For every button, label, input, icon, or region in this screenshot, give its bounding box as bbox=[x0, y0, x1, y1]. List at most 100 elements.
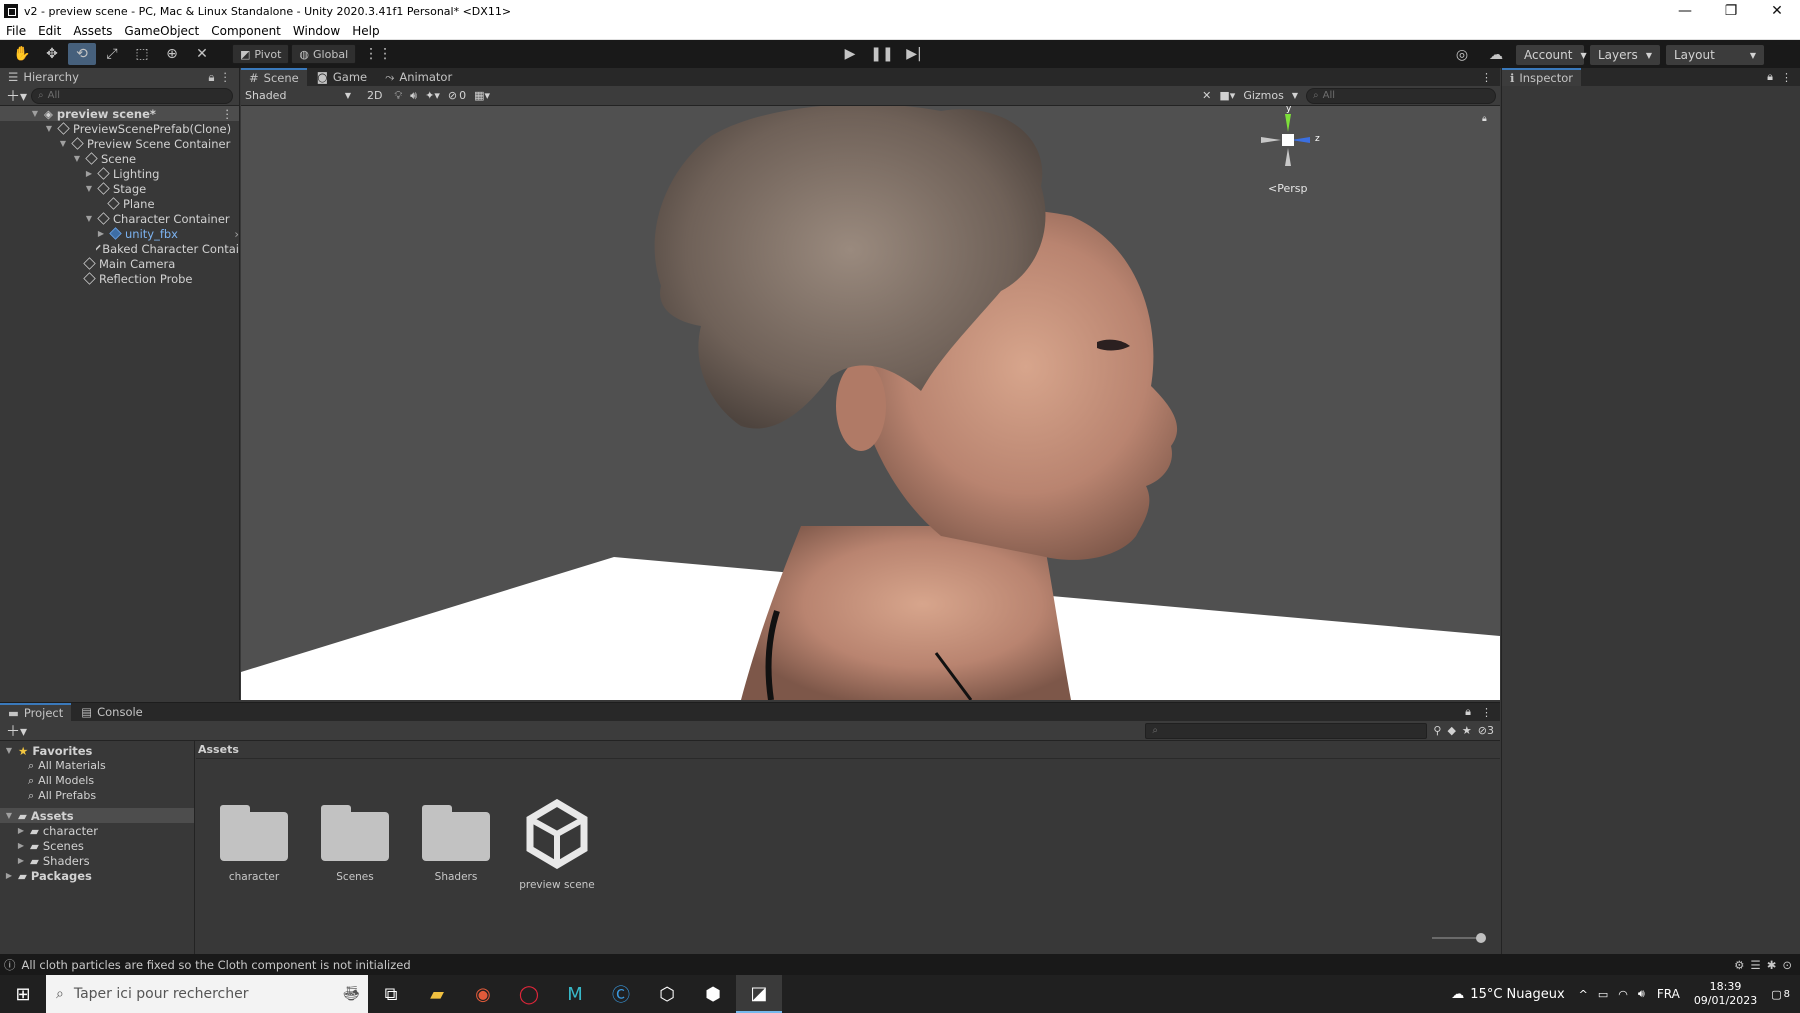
hierarchy-item-character-container[interactable]: ▼ Character Container bbox=[84, 211, 230, 226]
settings-icon[interactable]: ⊙ bbox=[1782, 958, 1792, 972]
tab-project[interactable]: ▬ Project bbox=[0, 703, 72, 721]
bake-icon[interactable]: ✱ bbox=[1767, 958, 1777, 972]
hierarchy-item-reflection-probe[interactable]: Reflection Probe bbox=[83, 271, 193, 286]
restore-button[interactable]: ❐ bbox=[1708, 0, 1754, 22]
expand-arrow-icon[interactable]: ▼ bbox=[44, 124, 54, 133]
favorites-star-icon[interactable]: ★ bbox=[1462, 724, 1472, 737]
pause-button[interactable]: ❚❚ bbox=[868, 43, 896, 65]
layers-dropdown[interactable]: Layers ▼ bbox=[1590, 45, 1660, 65]
collab-icon[interactable]: ◎ bbox=[1448, 44, 1476, 66]
rect-tool-icon[interactable]: ⬚ bbox=[128, 43, 156, 65]
display-icon[interactable]: ▭ bbox=[1598, 988, 1608, 1001]
gizmo-lock-icon[interactable]: 🔒︎ bbox=[1482, 114, 1487, 124]
orientation-gizmo[interactable]: y z <Persp bbox=[1253, 106, 1323, 206]
hierarchy-search-input[interactable]: ⌕ All bbox=[31, 87, 233, 104]
menu-edit[interactable]: Edit bbox=[32, 24, 67, 38]
language-indicator[interactable]: FRA bbox=[1657, 987, 1680, 1001]
hidden-packages-toggle[interactable]: ⊘ 3 bbox=[1478, 724, 1494, 737]
minimize-button[interactable]: — bbox=[1662, 0, 1708, 22]
favorite-all-models[interactable]: ⌕ All Models bbox=[28, 773, 94, 788]
hierarchy-item-previewsceneprefab[interactable]: ▼ PreviewScenePrefab(Clone) bbox=[44, 121, 231, 136]
asset-item-character[interactable]: character bbox=[204, 805, 304, 883]
assets-folder-shaders[interactable]: ▶ ▰ Shaders bbox=[16, 853, 90, 868]
opera-icon[interactable]: ◯ bbox=[506, 975, 552, 1013]
custom-tool-icon[interactable]: ✕ bbox=[188, 43, 216, 65]
tab-scene[interactable]: # Scene bbox=[241, 68, 307, 86]
kebab-menu-icon[interactable]: ⋮ bbox=[220, 70, 232, 84]
wifi-icon[interactable]: ◠ bbox=[1618, 988, 1628, 1001]
kebab-menu-icon[interactable]: ⋮ bbox=[222, 107, 234, 121]
menu-assets[interactable]: Assets bbox=[67, 24, 118, 38]
filter-by-type-icon[interactable]: ⚲ bbox=[1433, 724, 1441, 737]
tab-animator[interactable]: ⤳ Animator bbox=[377, 68, 460, 86]
tab-console[interactable]: ▤ Console bbox=[73, 703, 151, 721]
notifications-button[interactable]: ▢ 8 bbox=[1771, 988, 1790, 1001]
shading-mode-dropdown[interactable]: Shaded ▼ bbox=[245, 89, 355, 102]
global-toggle[interactable]: ◍ Global bbox=[291, 44, 357, 64]
menu-help[interactable]: Help bbox=[346, 24, 385, 38]
assets-folder-scenes[interactable]: ▶ ▰ Scenes bbox=[16, 838, 84, 853]
tab-game[interactable]: ◙ Game bbox=[309, 68, 375, 86]
pivot-toggle[interactable]: ◩ Pivot bbox=[232, 44, 290, 64]
hierarchy-item-lighting[interactable]: ▶ Lighting bbox=[84, 166, 160, 181]
volume-icon[interactable]: 🔊︎ bbox=[1638, 987, 1645, 1001]
menu-gameobject[interactable]: GameObject bbox=[118, 24, 205, 38]
scale-tool-icon[interactable]: ⤢ bbox=[98, 43, 126, 65]
hierarchy-item-preview-scene[interactable]: ▼ ◈ preview scene* ⋮ bbox=[0, 106, 239, 121]
rotate-tool-icon[interactable]: ⟲ bbox=[68, 43, 96, 65]
project-search-input[interactable]: ⌕ bbox=[1145, 722, 1428, 739]
expand-arrow-icon[interactable]: ▼ bbox=[58, 139, 68, 148]
projection-label[interactable]: <Persp bbox=[1268, 182, 1307, 195]
expand-arrow-icon[interactable]: ▼ bbox=[4, 811, 14, 820]
move-tool-icon[interactable]: ✥ bbox=[38, 43, 66, 65]
debug-icon[interactable]: ⚙ bbox=[1734, 958, 1744, 972]
hierarchy-item-scene[interactable]: ▼ Scene bbox=[72, 151, 136, 166]
kebab-menu-icon[interactable]: ⋮ bbox=[1481, 71, 1492, 84]
hand-tool-icon[interactable]: ✋ bbox=[8, 43, 36, 65]
add-icon[interactable]: ＋▾ bbox=[6, 86, 27, 106]
chevron-up-icon[interactable]: ^ bbox=[1579, 988, 1588, 1001]
tab-hierarchy[interactable]: ☰ Hierarchy 🔒︎ ⋮ bbox=[0, 68, 239, 86]
grid-snap-icon[interactable]: ⋮⋮ bbox=[364, 43, 392, 65]
layout-dropdown[interactable]: Layout ▼ bbox=[1666, 45, 1764, 65]
scene-search-input[interactable]: ⌕ All bbox=[1306, 87, 1496, 104]
unity-editor-active-icon[interactable]: ◪ bbox=[736, 975, 782, 1013]
hierarchy-item-preview-scene-container[interactable]: ▼ Preview Scene Container bbox=[58, 136, 230, 151]
expand-arrow-icon[interactable]: ▼ bbox=[30, 109, 40, 118]
expand-arrow-icon[interactable]: ▼ bbox=[84, 214, 94, 223]
account-dropdown[interactable]: Account ▼ bbox=[1516, 45, 1587, 65]
status-message[interactable]: All cloth particles are fixed so the Clo… bbox=[22, 958, 411, 972]
weather-widget[interactable]: ☁ 15°C Nuageux bbox=[1451, 987, 1564, 1002]
file-explorer-icon[interactable]: ▰ bbox=[414, 975, 460, 1013]
collapse-arrow-icon[interactable]: ▶ bbox=[16, 856, 26, 865]
filter-by-label-icon[interactable]: ◆ bbox=[1447, 724, 1455, 737]
windows-start-icon[interactable]: ⊞ bbox=[0, 975, 46, 1013]
clock[interactable]: 18:39 09/01/2023 bbox=[1694, 980, 1757, 1008]
tab-inspector[interactable]: ℹ Inspector bbox=[1502, 68, 1582, 86]
collapse-arrow-icon[interactable]: ▶ bbox=[4, 871, 14, 880]
collapse-arrow-icon[interactable]: ▶ bbox=[16, 841, 26, 850]
asset-item-preview-scene[interactable]: preview scene bbox=[507, 799, 607, 891]
expand-arrow-icon[interactable]: ▼ bbox=[84, 184, 94, 193]
hierarchy-item-plane[interactable]: Plane bbox=[107, 196, 155, 211]
collapse-arrow-icon[interactable]: ▶ bbox=[16, 826, 26, 835]
lock-icon[interactable]: 🔒︎ bbox=[1465, 705, 1471, 719]
taskbar-search-input[interactable]: ⌕ Taper ici pour rechercher 🍜︎ bbox=[46, 975, 368, 1013]
add-icon[interactable]: ＋▾ bbox=[6, 721, 27, 741]
gizmos-dropdown[interactable]: Gizmos ▼ bbox=[1243, 89, 1298, 102]
expand-arrow-icon[interactable]: ▼ bbox=[72, 154, 82, 163]
m-app-icon[interactable]: M bbox=[552, 975, 598, 1013]
lock-icon[interactable]: 🔒︎ bbox=[1767, 70, 1773, 84]
hierarchy-item-baked-character[interactable]: Baked Character Contai bbox=[96, 241, 239, 256]
cache-icon[interactable]: ☰ bbox=[1750, 958, 1760, 972]
tools-icon[interactable]: ✕ bbox=[1202, 89, 1211, 102]
asset-item-shaders[interactable]: Shaders bbox=[406, 805, 506, 883]
hierarchy-item-main-camera[interactable]: Main Camera bbox=[83, 256, 175, 271]
menu-component[interactable]: Component bbox=[205, 24, 287, 38]
lighting-toggle-icon[interactable]: 💡︎ bbox=[394, 89, 402, 103]
camera-icon[interactable]: ■▾ bbox=[1219, 89, 1235, 102]
thumbnail-size-slider[interactable] bbox=[1432, 937, 1480, 939]
assets-node[interactable]: ▼ ▰ Assets bbox=[0, 808, 194, 823]
chrome-icon[interactable]: ◉ bbox=[460, 975, 506, 1013]
effects-toggle-icon[interactable]: ✦▾ bbox=[425, 89, 440, 102]
